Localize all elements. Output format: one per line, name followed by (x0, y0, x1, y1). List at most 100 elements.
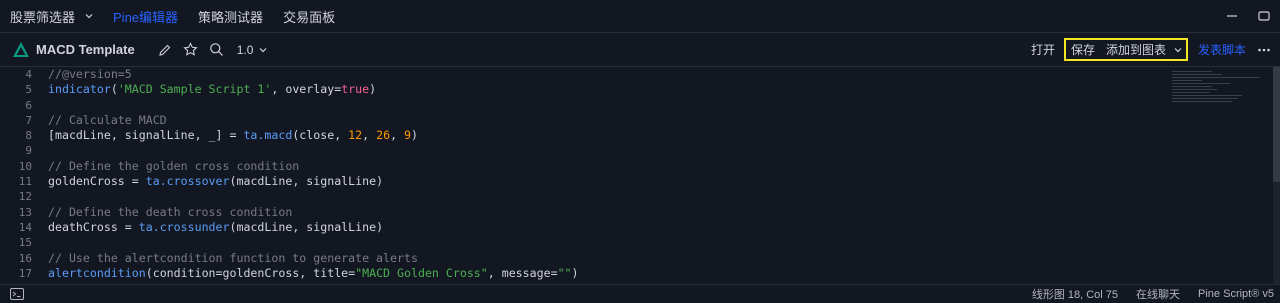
tab-label: 股票筛选器 (10, 9, 76, 25)
star-icon (183, 42, 198, 56)
code-line[interactable]: // Use the alertcondition function to ge… (48, 251, 579, 266)
line-number: 7 (25, 113, 32, 127)
code-token: ( (110, 82, 118, 97)
code-line[interactable]: [macdLine, signalLine, _] = ta.macd(clos… (48, 128, 579, 143)
chevron-down-icon[interactable] (1174, 46, 1182, 54)
code-token: ta.macd (243, 128, 293, 143)
code-token: ta.crossunder (138, 219, 230, 234)
tab-pine-editor[interactable]: Pine编辑器 (103, 0, 188, 32)
code-editor[interactable]: 4 5 6 7 8 9 10 11 12 13 14 15 16 17 //@version=5 indic… (0, 67, 1280, 284)
terminal-icon[interactable] (10, 288, 24, 300)
line-number: 9 (25, 144, 32, 158)
version-selector[interactable]: 1.0 (237, 43, 268, 57)
code-token: (condition=goldenCross, title= (145, 265, 356, 280)
online-chat-link[interactable]: 在线聊天 (1136, 286, 1180, 302)
line-number: 6 (25, 98, 32, 112)
code-token: , message= (487, 265, 558, 280)
line-number: 8 (25, 129, 32, 143)
code-line[interactable] (48, 235, 579, 250)
code-token: "MACD Golden Cross" (355, 265, 488, 280)
code-token: // Calculate MACD (48, 112, 167, 127)
code-line[interactable]: goldenCross = ta.crossover(macdLine, sig… (48, 174, 579, 189)
favorite-button[interactable] (183, 42, 199, 58)
code-area[interactable]: //@version=5 indicator('MACD Sample Scrip… (48, 67, 579, 281)
code-token: // Use the alertcondition function to ge… (48, 250, 418, 265)
code-token: // Define the death cross condition (48, 204, 293, 219)
line-number: 10 (18, 159, 32, 173)
editor-scrollbar-thumb[interactable] (1273, 67, 1280, 182)
line-number: 5 (25, 83, 32, 97)
minimize-button[interactable] (1216, 0, 1248, 32)
editor-toolbar: MACD Template 1.0 打开 保存 添加到图表 发表脚本 (0, 32, 1280, 67)
maximize-icon (1258, 11, 1270, 21)
cursor-position[interactable]: 线形图 18, Col 75 (1032, 286, 1118, 302)
tab-label: Pine编辑器 (113, 9, 179, 25)
line-number: 11 (18, 175, 32, 189)
code-token: [macdLine, signalLine, _] = (48, 128, 244, 143)
code-token: // Define the golden cross condition (48, 158, 300, 173)
line-number: 14 (18, 220, 32, 234)
code-token: (close, (292, 128, 349, 143)
code-token: ) (571, 265, 579, 280)
line-number: 12 (18, 190, 32, 204)
chevron-down-icon (85, 14, 93, 19)
code-token: 'MACD Sample Script 1' (117, 82, 272, 97)
code-token: "" (557, 265, 572, 280)
maximize-button[interactable] (1248, 0, 1280, 32)
line-number: 17 (18, 266, 32, 280)
more-dots-icon (1258, 48, 1270, 51)
code-line[interactable] (48, 143, 579, 158)
code-line[interactable]: alertcondition(condition=goldenCross, ti… (48, 266, 579, 281)
tab-stock-screener[interactable]: 股票筛选器 (0, 0, 103, 32)
more-button[interactable] (1256, 42, 1272, 58)
code-token: , overlay= (271, 82, 342, 97)
version-label: 1.0 (236, 42, 254, 57)
code-token: indicator (48, 82, 111, 97)
code-line[interactable]: deathCross = ta.crossunder(macdLine, sig… (48, 220, 579, 235)
publish-script-button[interactable]: 发表脚本 (1198, 41, 1246, 58)
tab-label: 交易面板 (283, 9, 336, 25)
code-line[interactable]: // Calculate MACD (48, 113, 579, 128)
save-button[interactable]: 保存 (1071, 41, 1095, 58)
code-line[interactable]: // Define the golden cross condition (48, 159, 579, 174)
code-line[interactable] (48, 189, 579, 204)
code-token: ) (369, 82, 377, 97)
chevron-down-icon (259, 47, 267, 52)
line-number: 16 (18, 251, 32, 265)
code-token: ta.crossover (145, 174, 230, 189)
tab-strategy-tester[interactable]: 策略测试器 (188, 0, 273, 32)
code-token: 12 (348, 128, 363, 143)
tab-label: 策略测试器 (198, 9, 264, 25)
code-token: alertcondition (48, 265, 146, 280)
code-token: (macdLine, signalLine) (229, 174, 384, 189)
search-icon (210, 43, 224, 56)
save-add-group: 保存 添加到图表 (1063, 38, 1188, 61)
line-number: 13 (18, 205, 32, 219)
add-to-chart-button[interactable]: 添加到图表 (1106, 41, 1166, 58)
script-title[interactable]: MACD Template (36, 42, 135, 57)
panel-tab-bar: 股票筛选器 Pine编辑器 策略测试器 交易面板 (0, 0, 1280, 32)
code-token: //@version=5 (48, 67, 132, 81)
code-line[interactable] (48, 98, 579, 113)
code-line[interactable]: //@version=5 (48, 67, 579, 82)
code-line[interactable]: // Define the death cross condition (48, 205, 579, 220)
minimize-icon (1227, 15, 1237, 17)
code-minimap[interactable] (1172, 71, 1268, 111)
tab-trading-panel[interactable]: 交易面板 (273, 0, 345, 32)
window-controls (1216, 0, 1280, 32)
pine-logo-icon (13, 41, 29, 57)
pencil-icon (159, 44, 170, 56)
language-version[interactable]: Pine Script® v5 (1198, 288, 1274, 300)
rename-button[interactable] (157, 42, 173, 58)
status-bar: 线形图 18, Col 75 在线聊天 Pine Script® v5 (0, 284, 1280, 303)
line-number: 15 (18, 236, 32, 250)
code-token: ) (411, 128, 419, 143)
search-button[interactable] (209, 42, 225, 58)
code-line[interactable]: indicator('MACD Sample Script 1', overla… (48, 82, 579, 97)
status-items: 线形图 18, Col 75 在线聊天 Pine Script® v5 (1014, 285, 1274, 303)
line-number: 4 (25, 68, 32, 81)
code-token: , (390, 128, 405, 143)
line-number-gutter: 4 5 6 7 8 9 10 11 12 13 14 15 16 17 (0, 67, 32, 281)
code-token: (macdLine, signalLine) (229, 219, 384, 234)
open-button[interactable]: 打开 (1031, 41, 1055, 58)
